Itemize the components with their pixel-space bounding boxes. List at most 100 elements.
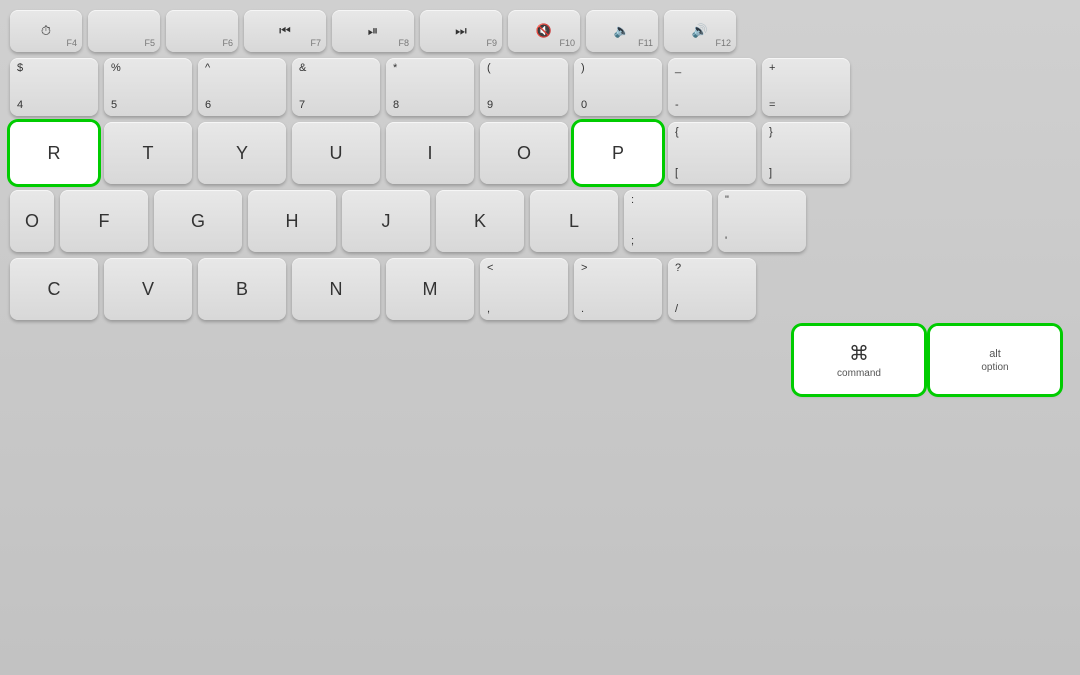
key-lbracket[interactable]: { [	[668, 122, 756, 184]
asdf-row: O F G H J K L : ; " '	[10, 190, 1070, 252]
key-label: G	[191, 212, 205, 230]
top-char: +	[769, 63, 775, 74]
key-O-partial[interactable]: O	[10, 190, 54, 252]
option-label: option	[981, 362, 1008, 373]
key-command[interactable]: ⌘ command	[794, 326, 924, 394]
key-label: F	[99, 212, 110, 230]
key-minus[interactable]: _ -	[668, 58, 756, 116]
qwerty-row: R T Y U I O P { [ } ]	[10, 122, 1070, 184]
key-I[interactable]: I	[386, 122, 474, 184]
key-F6[interactable]: F6	[166, 10, 238, 52]
key-0[interactable]: ) 0	[574, 58, 662, 116]
key-label: L	[569, 212, 579, 230]
key-F10[interactable]: 🔇 F10	[508, 10, 580, 52]
key-comma[interactable]: < ,	[480, 258, 568, 320]
bottom-char: =	[769, 100, 775, 111]
key-G[interactable]: G	[154, 190, 242, 252]
alt-label: alt	[989, 348, 1001, 360]
key-F5[interactable]: F5	[88, 10, 160, 52]
key-4[interactable]: $ 4	[10, 58, 98, 116]
key-6[interactable]: ^ 6	[198, 58, 286, 116]
key-label: M	[423, 280, 438, 298]
top-char: (	[487, 63, 491, 74]
fastforward-icon: ⏭	[455, 23, 467, 39]
key-F11[interactable]: 🔈 F11	[586, 10, 658, 52]
playpause-icon: ⏯	[368, 23, 378, 39]
fn-label: F11	[638, 38, 653, 48]
key-P[interactable]: P	[574, 122, 662, 184]
key-label: R	[48, 144, 61, 162]
key-T[interactable]: T	[104, 122, 192, 184]
key-rbracket[interactable]: } ]	[762, 122, 850, 184]
bottom-char: ,	[487, 304, 490, 315]
bottom-row: ⌘ command alt option	[10, 326, 1070, 394]
key-label: O	[517, 144, 531, 162]
fn-label: F7	[310, 38, 321, 48]
fn-row: ⏱ F4 F5 F6 ⏮ F7 ⏯ F8 ⏭ F9 🔇 F10 🔈 F11	[10, 10, 1070, 52]
top-char: ^	[205, 63, 210, 74]
key-F8[interactable]: ⏯ F8	[332, 10, 414, 52]
key-quote[interactable]: " '	[718, 190, 806, 252]
top-char: $	[17, 63, 23, 74]
key-label: H	[286, 212, 299, 230]
bottom-char: ]	[769, 168, 772, 179]
top-char: %	[111, 63, 121, 74]
bottom-char: 9	[487, 100, 493, 111]
key-label: J	[382, 212, 391, 230]
top-char: >	[581, 263, 587, 274]
key-label: I	[427, 144, 432, 162]
top-char: _	[675, 63, 681, 74]
key-L[interactable]: L	[530, 190, 618, 252]
key-label: K	[474, 212, 486, 230]
num-row: $ 4 % 5 ^ 6 & 7 * 8 ( 9 ) 0 _ -	[10, 58, 1070, 116]
key-8[interactable]: * 8	[386, 58, 474, 116]
key-F7[interactable]: ⏮ F7	[244, 10, 326, 52]
command-label: command	[837, 368, 881, 379]
key-C[interactable]: C	[10, 258, 98, 320]
key-F4[interactable]: ⏱ F4	[10, 10, 82, 52]
bottom-char: -	[675, 100, 679, 111]
key-H[interactable]: H	[248, 190, 336, 252]
key-M[interactable]: M	[386, 258, 474, 320]
key-label: N	[330, 280, 343, 298]
key-label: Y	[236, 144, 248, 162]
key-9[interactable]: ( 9	[480, 58, 568, 116]
bottom-char: .	[581, 304, 584, 315]
fn-label: F4	[66, 38, 77, 48]
key-B[interactable]: B	[198, 258, 286, 320]
key-O[interactable]: O	[480, 122, 568, 184]
top-char: &	[299, 63, 306, 74]
key-label: B	[236, 280, 248, 298]
key-F[interactable]: F	[60, 190, 148, 252]
key-V[interactable]: V	[104, 258, 192, 320]
key-label: V	[142, 280, 154, 298]
key-K[interactable]: K	[436, 190, 524, 252]
key-5[interactable]: % 5	[104, 58, 192, 116]
key-7[interactable]: & 7	[292, 58, 380, 116]
top-char: ?	[675, 263, 681, 274]
key-semicolon[interactable]: : ;	[624, 190, 712, 252]
bottom-char: /	[675, 304, 678, 315]
key-label: O	[25, 212, 39, 230]
key-label: C	[48, 280, 61, 298]
key-N[interactable]: N	[292, 258, 380, 320]
command-symbol: ⌘	[849, 341, 869, 366]
bottom-char: 5	[111, 100, 117, 111]
key-period[interactable]: > .	[574, 258, 662, 320]
key-J[interactable]: J	[342, 190, 430, 252]
key-R[interactable]: R	[10, 122, 98, 184]
fn-label: F12	[715, 38, 731, 48]
bottom-char: [	[675, 168, 678, 179]
key-F9[interactable]: ⏭ F9	[420, 10, 502, 52]
key-Y[interactable]: Y	[198, 122, 286, 184]
key-U[interactable]: U	[292, 122, 380, 184]
key-option[interactable]: alt option	[930, 326, 1060, 394]
key-slash[interactable]: ? /	[668, 258, 756, 320]
rewind-icon: ⏮	[279, 23, 291, 39]
key-equals[interactable]: + =	[762, 58, 850, 116]
bottom-char: 4	[17, 100, 23, 111]
top-char: <	[487, 263, 493, 274]
bottom-char: '	[725, 236, 727, 247]
mute-icon: 🔇	[536, 23, 552, 39]
key-F12[interactable]: 🔊 F12	[664, 10, 736, 52]
